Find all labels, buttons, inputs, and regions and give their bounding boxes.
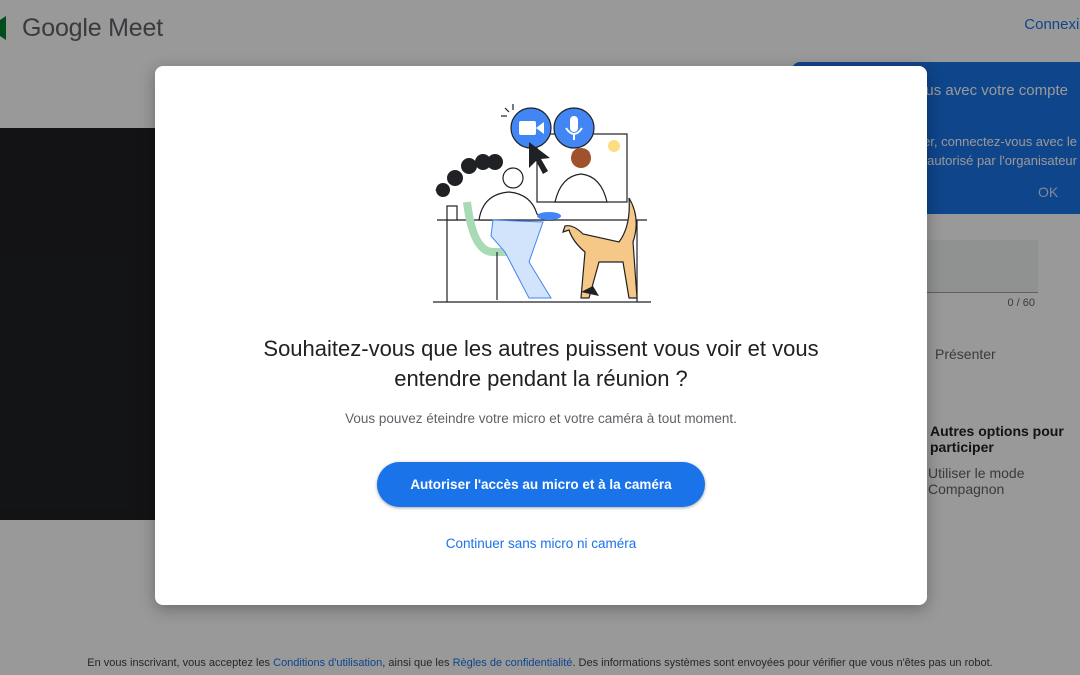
dialog-title-line-1: Souhaitez-vous que les autres puissent v… [263,336,819,361]
dialog-title-line-2: entendre pendant la réunion ? [394,366,688,391]
permission-dialog: Souhaitez-vous que les autres puissent v… [155,66,927,605]
allow-mic-camera-button[interactable]: Autoriser l'accès au micro et à la camér… [377,462,705,507]
dialog-title: Souhaitez-vous que les autres puissent v… [195,334,887,394]
permission-illustration [433,104,651,303]
dialog-subtitle: Vous pouvez éteindre votre micro et votr… [345,411,737,426]
continue-without-devices-link[interactable]: Continuer sans micro ni caméra [341,536,741,551]
